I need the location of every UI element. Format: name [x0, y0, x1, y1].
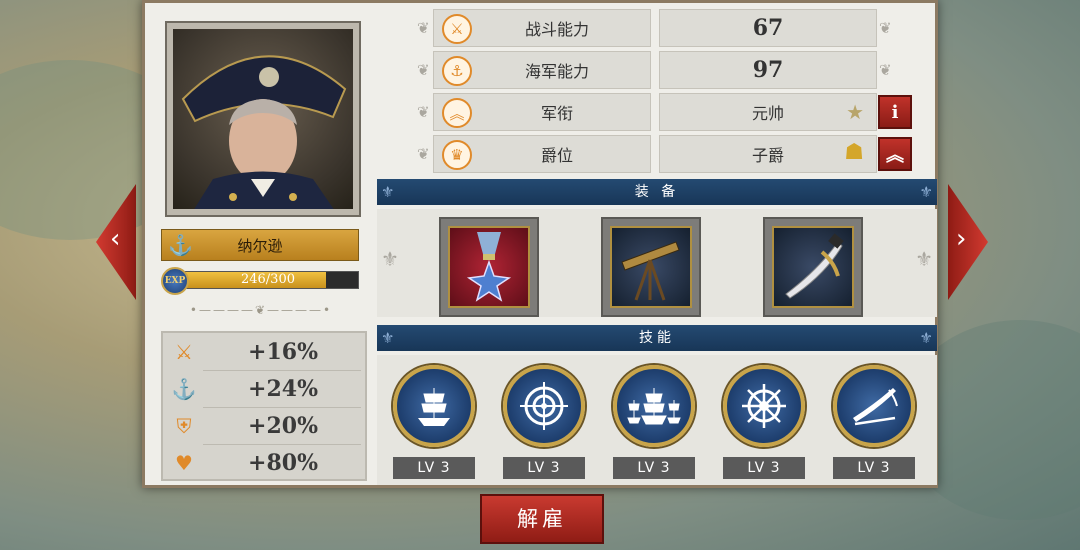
- crossed-swords-icon: ⚔: [442, 14, 472, 44]
- rank-info-button[interactable]: i: [878, 95, 912, 129]
- skill-slot-target[interactable]: [503, 365, 585, 447]
- fleet-icon: [627, 388, 681, 425]
- skill-level: LV 3: [723, 457, 805, 479]
- equipment-header: ⚜ 装 备 ⚜: [377, 179, 937, 205]
- swords-icon: [853, 388, 898, 426]
- chevron-left-icon: ‹: [110, 224, 121, 254]
- skills-title: 技能: [639, 330, 675, 346]
- equipment-slot-medal[interactable]: [439, 217, 539, 317]
- skill-slot-fleet[interactable]: [613, 365, 695, 447]
- fleur-icon: ❦: [417, 145, 430, 163]
- captain-profile: ⚓ 纳尔逊 246/300 EXP •————❦————• ⚔ +16% ⚓ +…: [153, 7, 367, 483]
- skill-level: LV 3: [393, 457, 475, 479]
- stat-label: ♛ 爵位: [433, 135, 651, 173]
- stat-label: ⚓ 海军能力: [433, 51, 651, 89]
- stat-row-combat: ❦ ⚔ 战斗能力 67 ❦: [417, 9, 903, 47]
- bonus-row: ⚓ +24%: [163, 371, 365, 407]
- bonus-value: +20%: [248, 413, 318, 439]
- fleur-icon: ❦: [417, 103, 430, 121]
- double-chevron-up-icon: ︽: [886, 145, 904, 166]
- bonus-value: +16%: [248, 339, 318, 365]
- captain-portrait: [165, 21, 361, 217]
- fleur-icon: ❦: [879, 19, 892, 37]
- medal-icon: [466, 232, 512, 302]
- skill-level: LV 3: [503, 457, 585, 479]
- exp-badge: EXP: [161, 267, 189, 295]
- skills-header: ⚜ 技能 ⚜: [377, 325, 937, 351]
- stat-value: 67: [659, 9, 877, 47]
- equipment-slot-telescope[interactable]: [601, 217, 701, 317]
- stat-value: 元帅 ★: [659, 93, 877, 131]
- stat-value: 子爵 ☗: [659, 135, 877, 173]
- bonus-row: ⛨ +20%: [163, 408, 365, 444]
- stat-label: ︽ 军衔: [433, 93, 651, 131]
- crossed-swords-icon: ⚔: [175, 340, 193, 364]
- exp-text: 246/300: [240, 272, 295, 287]
- ornament-divider: •————❦————•: [189, 303, 333, 317]
- skill-level: LV 3: [613, 457, 695, 479]
- skill-level: LV 3: [833, 457, 915, 479]
- rank-insignia-icon: ★: [846, 100, 864, 124]
- promote-title-button[interactable]: ︽: [878, 137, 912, 171]
- stat-value: 97: [659, 51, 877, 89]
- skills-area: LV 3 LV 3 LV 3 LV 3 LV 3: [377, 355, 937, 485]
- crown-icon: ♛: [442, 140, 472, 170]
- rank-chevron-icon: ︽: [442, 98, 472, 128]
- ship-icon: [418, 388, 450, 426]
- stat-row-naval: ❦ ⚓ 海军能力 97 ❦: [417, 51, 903, 89]
- bonus-row: ♥ +80%: [163, 445, 365, 481]
- fleur-icon: ⚜: [919, 183, 933, 201]
- target-icon: [520, 382, 568, 430]
- skill-slot-swords[interactable]: [833, 365, 915, 447]
- fleur-icon: ⚜: [381, 247, 399, 271]
- saber-icon: [785, 233, 844, 299]
- equipment-title: 装 备: [634, 184, 680, 200]
- chevron-right-icon: ›: [956, 224, 967, 254]
- fleur-icon: ❦: [417, 61, 430, 79]
- captain-nameplate: ⚓ 纳尔逊: [161, 229, 359, 261]
- bonus-value: +80%: [248, 450, 318, 476]
- ship-wheel-icon: [742, 384, 786, 428]
- captain-name: 纳尔逊: [237, 236, 283, 255]
- fleur-icon: ⚜: [381, 329, 395, 347]
- anchor-icon: ⚓: [168, 233, 193, 257]
- fleur-icon: ⚜: [919, 329, 933, 347]
- dismiss-button[interactable]: 解雇: [480, 494, 604, 544]
- bonus-row: ⚔ +16%: [163, 334, 365, 370]
- bonus-list: ⚔ +16% ⚓ +24% ⛨ +20% ♥ +80%: [161, 331, 367, 481]
- fleur-icon: ⚜: [381, 183, 395, 201]
- next-captain-button[interactable]: [948, 184, 988, 300]
- fleur-icon: ❦: [879, 61, 892, 79]
- stat-label: ⚔ 战斗能力: [433, 9, 651, 47]
- skill-slot-ship[interactable]: [393, 365, 475, 447]
- telescope-icon: [621, 241, 680, 301]
- captain-panel: ⚓ 纳尔逊 246/300 EXP •————❦————• ⚔ +16% ⚓ +…: [142, 0, 938, 488]
- equipment-area: ⚜ ⚜: [377, 209, 937, 317]
- equipment-slot-saber[interactable]: [763, 217, 863, 317]
- admiral-portrait-icon: [181, 55, 347, 209]
- bonus-value: +24%: [248, 376, 318, 402]
- stat-row-title: ❦ ♛ 爵位 子爵 ☗: [417, 135, 903, 173]
- fleur-icon: ❦: [417, 19, 430, 37]
- anchor-icon: ⚓: [171, 377, 197, 401]
- exp-bar: 246/300: [177, 271, 359, 289]
- stat-row-rank: ❦ ︽ 军衔 元帅 ★: [417, 93, 903, 131]
- anchor-icon: ⚓: [442, 56, 472, 86]
- noble-helmet-icon: ☗: [844, 140, 864, 165]
- fleur-icon: ⚜: [915, 247, 933, 271]
- shield-icon: ⛨: [176, 414, 192, 438]
- heart-icon: ♥: [175, 451, 193, 475]
- skill-slot-ship-wheel[interactable]: [723, 365, 805, 447]
